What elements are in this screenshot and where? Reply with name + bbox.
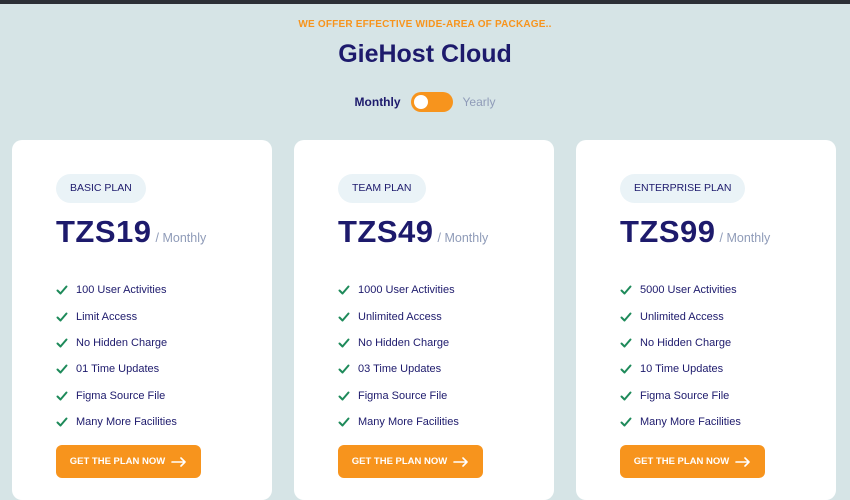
feature-text: No Hidden Charge [76,336,168,349]
feature-text: 10 Time Updates [640,363,724,376]
check-icon [338,285,350,295]
feature-text: Figma Source File [640,389,730,402]
top-bar [0,0,850,4]
feature-item: Many More Facilities [338,409,459,435]
plan-card-basic: BASIC PLAN TZS19/ Monthly 100 User Activ… [12,140,272,500]
feature-item: Limit Access [56,303,177,329]
check-icon [338,312,350,322]
feature-item: No Hidden Charge [56,330,177,356]
feature-text: Unlimited Access [358,310,442,323]
check-icon [56,364,68,374]
plan-price: TZS49 [338,214,434,249]
get-plan-button[interactable]: GET THE PLAN NOW [338,445,483,478]
feature-item: Many More Facilities [620,409,741,435]
page-title: GieHost Cloud [338,40,512,68]
cta-label: GET THE PLAN NOW [633,456,730,467]
plan-name-badge: TEAM PLAN [338,174,426,203]
check-icon [620,417,632,427]
plan-price: TZS99 [620,214,716,249]
feature-item: Figma Source File [56,383,177,409]
feature-text: Many More Facilities [76,416,177,429]
feature-item: 10 Time Updates [620,356,741,382]
yearly-label[interactable]: Yearly [463,95,496,109]
price-row: TZS49/ Monthly [338,214,488,250]
check-icon [56,391,68,401]
billing-period-switch[interactable] [410,92,453,112]
feature-text: 100 User Activities [76,284,167,297]
check-icon [56,312,68,322]
switch-knob [413,95,428,109]
feature-item: No Hidden Charge [620,330,741,356]
feature-text: Many More Facilities [358,416,459,429]
feature-item: Many More Facilities [56,409,177,435]
feature-item: 1000 User Activities [338,277,459,303]
plan-price: TZS19 [56,214,152,249]
feature-text: Figma Source File [358,389,448,402]
arrow-right-icon [735,456,751,467]
monthly-label[interactable]: Monthly [355,95,401,109]
plan-card-enterprise: ENTERPRISE PLAN TZS99/ Monthly 5000 User… [576,140,836,500]
check-icon [620,364,632,374]
feature-list: 5000 User Activities Unlimited Access No… [620,277,741,435]
feature-text: 01 Time Updates [76,363,160,376]
plan-name-badge: BASIC PLAN [56,174,146,203]
feature-list: 100 User Activities Limit Access No Hidd… [56,277,177,435]
section-eyebrow: WE OFFER EFFECTIVE WIDE-AREA OF PACKAGE.… [298,19,552,30]
get-plan-button[interactable]: GET THE PLAN NOW [620,445,765,478]
feature-item: 01 Time Updates [56,356,177,382]
arrow-right-icon [453,456,469,467]
plan-name-badge: ENTERPRISE PLAN [620,174,746,203]
check-icon [56,338,68,348]
price-row: TZS99/ Monthly [620,214,770,250]
feature-item: 03 Time Updates [338,356,459,382]
feature-item: 100 User Activities [56,277,177,303]
plan-period: / Monthly [155,231,207,245]
check-icon [338,417,350,427]
get-plan-button[interactable]: GET THE PLAN NOW [56,445,201,478]
check-icon [56,285,68,295]
check-icon [620,391,632,401]
feature-text: Unlimited Access [640,310,724,323]
feature-text: 5000 User Activities [640,284,737,297]
check-icon [338,364,350,374]
check-icon [620,285,632,295]
cta-label: GET THE PLAN NOW [69,456,166,467]
plan-card-team: TEAM PLAN TZS49/ Monthly 1000 User Activ… [294,140,554,500]
feature-text: No Hidden Charge [640,336,732,349]
feature-item: Unlimited Access [620,303,741,329]
feature-item: Figma Source File [338,383,459,409]
feature-text: Limit Access [76,310,138,323]
feature-text: Many More Facilities [640,416,741,429]
feature-item: Unlimited Access [338,303,459,329]
feature-text: No Hidden Charge [358,336,450,349]
feature-text: 03 Time Updates [358,363,442,376]
check-icon [338,338,350,348]
feature-item: Figma Source File [620,383,741,409]
feature-item: 5000 User Activities [620,277,741,303]
check-icon [338,391,350,401]
feature-list: 1000 User Activities Unlimited Access No… [338,277,459,435]
feature-text: 1000 User Activities [358,284,455,297]
feature-item: No Hidden Charge [338,330,459,356]
cta-label: GET THE PLAN NOW [351,456,448,467]
check-icon [620,312,632,322]
check-icon [56,417,68,427]
plan-period: / Monthly [437,231,489,245]
feature-text: Figma Source File [76,389,166,402]
price-row: TZS19/ Monthly [56,214,206,250]
billing-toggle-row: Monthly Yearly [0,92,850,112]
arrow-right-icon [171,456,187,467]
plan-period: / Monthly [719,231,771,245]
check-icon [620,338,632,348]
